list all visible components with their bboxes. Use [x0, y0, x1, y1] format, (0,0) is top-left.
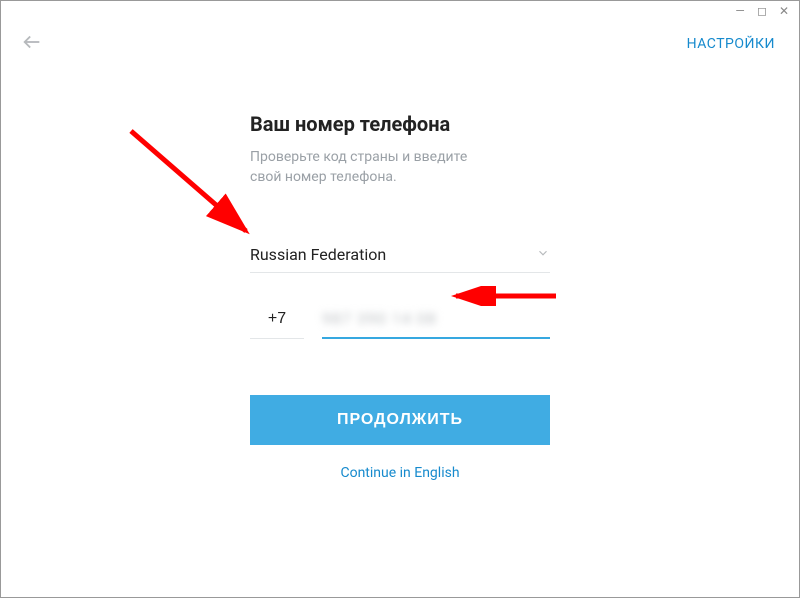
settings-link[interactable]: НАСТРОЙКИ [687, 36, 775, 52]
window-titlebar: — ◻ ✕ [1, 1, 799, 21]
country-code-input[interactable] [250, 303, 304, 339]
minimize-button[interactable]: — [733, 4, 747, 18]
continue-button[interactable]: ПРОДОЛЖИТЬ [250, 395, 550, 445]
subtitle-line-2: свой номер телефона. [250, 169, 397, 185]
country-select[interactable]: Russian Federation [250, 245, 550, 273]
chevron-down-icon [536, 245, 550, 264]
close-button[interactable]: ✕ [777, 4, 791, 18]
phone-number-input[interactable]: 987 390 14 08 [322, 303, 550, 339]
back-arrow-icon[interactable] [21, 31, 43, 57]
phone-number-masked: 987 390 14 08 [322, 309, 437, 328]
page-subtitle: Проверьте код страны и введите свой номе… [250, 148, 550, 187]
continue-in-english-link[interactable]: Continue in English [250, 465, 550, 481]
maximize-button[interactable]: ◻ [755, 4, 769, 18]
subtitle-line-1: Проверьте код страны и введите [250, 149, 467, 165]
page-title: Ваш номер телефона [250, 112, 550, 136]
country-name: Russian Federation [250, 245, 386, 264]
